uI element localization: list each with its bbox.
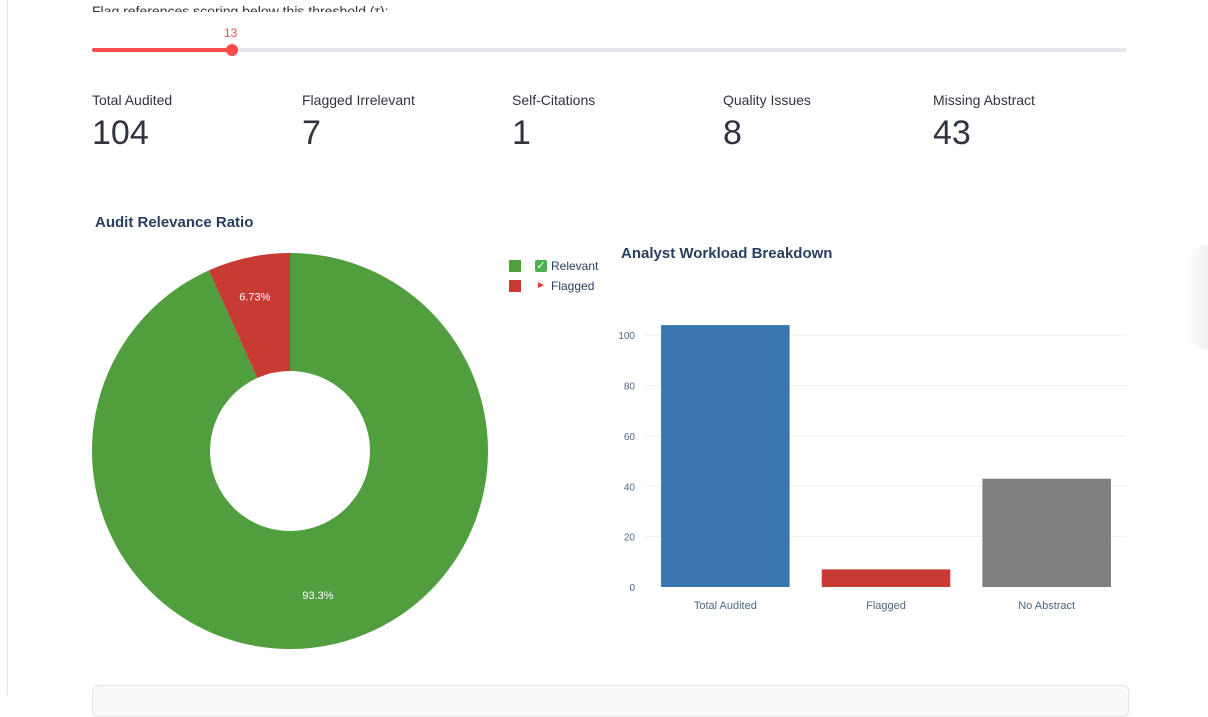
- legend-item-relevant[interactable]: ✓ Relevant: [509, 256, 598, 276]
- metric-value: 7: [302, 114, 321, 152]
- sidebar-divider: [7, 0, 8, 695]
- donut-slice-label: 93.3%: [302, 590, 333, 602]
- y-tick-label: 20: [624, 533, 636, 544]
- metric-label: Self-Citations: [512, 92, 596, 108]
- legend-label-flagged: Flagged: [551, 279, 595, 293]
- metric-self-citations: Self-Citations 1: [512, 92, 712, 153]
- metric-missing-abstract: Missing Abstract 43: [933, 92, 1133, 153]
- metric-flagged-irrelevant: Flagged Irrelevant 7: [302, 92, 502, 153]
- metric-value: 1: [512, 114, 531, 152]
- bar-no-abstract[interactable]: [982, 478, 1111, 587]
- metric-total-audited: Total Audited 104: [92, 92, 292, 153]
- x-tick-label: Total Audited: [694, 600, 757, 612]
- metric-value: 104: [92, 114, 149, 152]
- metric-label: Missing Abstract: [933, 92, 1035, 108]
- edge-shadow: [1186, 245, 1208, 350]
- check-icon: ✓: [535, 260, 547, 272]
- donut-chart: 6.73% 93.3%: [91, 253, 488, 649]
- bar-flagged[interactable]: [821, 569, 951, 587]
- bar-total-audited[interactable]: [661, 325, 790, 587]
- legend-label-relevant: Relevant: [551, 259, 599, 273]
- metric-value: 8: [723, 114, 742, 152]
- y-tick-label: 0: [629, 583, 635, 594]
- threshold-slider-fill: [92, 48, 232, 52]
- donut-slice-relevant[interactable]: [91, 253, 488, 649]
- x-tick-label: Flagged: [866, 600, 906, 612]
- y-tick-label: 60: [624, 432, 636, 443]
- donut-slice-label: 6.73%: [239, 292, 270, 304]
- threshold-slider-label: Flag references scoring below this thres…: [92, 3, 389, 12]
- bottom-panel: [92, 685, 1129, 717]
- flag-icon: ►: [536, 280, 546, 291]
- metric-label: Flagged Irrelevant: [302, 92, 415, 108]
- y-tick-label: 80: [624, 382, 636, 393]
- threshold-slider-track[interactable]: [92, 44, 1127, 56]
- threshold-slider-thumb[interactable]: [225, 44, 238, 56]
- donut-chart-title: Audit Relevance Ratio: [95, 214, 254, 231]
- legend-swatch-flagged: [509, 280, 521, 292]
- x-tick-label: No Abstract: [1018, 600, 1075, 612]
- legend-item-flagged[interactable]: ► Flagged: [509, 276, 598, 296]
- metric-label: Quality Issues: [723, 92, 811, 108]
- metric-value: 43: [933, 114, 971, 152]
- metric-label: Total Audited: [92, 92, 173, 108]
- metric-quality-issues: Quality Issues 8: [723, 92, 923, 153]
- threshold-slider-value: 13: [224, 26, 238, 40]
- legend-swatch-relevant: [509, 260, 521, 272]
- y-tick-label: 40: [624, 482, 636, 493]
- bar-chart: 0 20 40 60 80 100 Total Audited Flagged No Abstr…: [618, 325, 1127, 612]
- y-tick-label: 100: [618, 331, 635, 342]
- donut-legend: ✓ Relevant ► Flagged: [509, 256, 598, 296]
- bar-chart-title: Analyst Workload Breakdown: [621, 245, 833, 262]
